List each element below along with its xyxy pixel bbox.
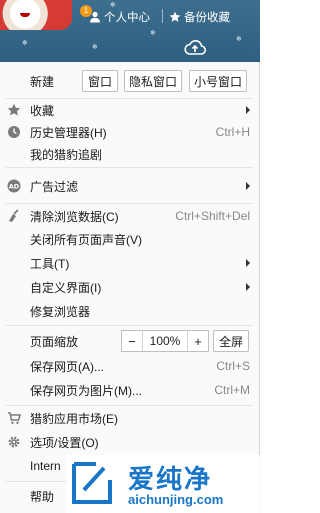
user-icon [90,11,100,23]
menu-item-label: 工具(T) [30,256,70,271]
profile-link-label: 个人中心 [104,12,150,24]
header-divider [162,9,163,23]
menu-item-label: 帮助 [30,489,55,504]
new-alt-account-window-button[interactable]: 小号窗口 [189,70,247,92]
zoom-control: − 100% + [121,330,209,352]
new-window-row: 新建 窗口 隐私窗口 小号窗口 [0,69,260,93]
menu-item-label: 保存网页(A)... [30,359,104,374]
menu-item-label: 收藏 [30,103,55,118]
menu-item-bookmarks[interactable]: 收藏 [0,99,260,121]
new-label: 新建 [30,74,55,89]
menu-item-label: 清除浏览数据(C) [30,209,119,224]
shortcut-label: Ctrl+M [214,383,250,397]
menu-item-ad-filter[interactable]: AD 广告过滤 [0,175,260,197]
menu-item-label: 广告过滤 [30,179,79,194]
star-icon [7,103,21,116]
menu-item-repair[interactable]: 修复浏览器 [0,300,260,322]
ad-block-icon: AD [7,179,21,193]
menu-item-settings[interactable]: 选项/设置(O) [0,431,260,453]
watermark-url: aichunjing.com [128,492,224,507]
menu-item-label: 猎豹应用市场(E) [30,411,118,426]
menu-item-mute-all[interactable]: 关闭所有页面声音(V) [0,228,260,250]
browser-main-menu: 新建 窗口 隐私窗口 小号窗口 收藏 历史管理器(H) Ctrl+H 我的猎豹追… [0,62,260,513]
snowflake-icon: ❄ [92,44,98,51]
submenu-arrow-icon [246,259,250,267]
star-icon [169,11,181,22]
menu-divider [6,203,253,204]
submenu-arrow-icon [246,106,250,114]
menu-divider [6,325,253,326]
menu-item-customize[interactable]: 自定义界面(I) [0,276,260,298]
new-window-button[interactable]: 窗口 [82,70,118,92]
broom-icon [9,209,19,222]
snowflake-icon: ❄ [110,2,116,9]
cloud-upload-icon[interactable] [183,38,207,58]
zoom-row: 页面缩放 − 100% + 全屏 [0,330,260,352]
snowflake-icon: ❄ [236,36,242,43]
profile-link[interactable]: 个人中心 [89,9,150,25]
svg-text:AD: AD [9,183,20,191]
menu-item-label: 选项/设置(O) [30,435,99,450]
new-private-window-button[interactable]: 隐私窗口 [124,70,182,92]
menu-item-label: Intern [30,459,61,473]
menu-header: ❄ ❄ ❄ ❄ ❄ 1 个人中心 备份收藏 [0,0,260,62]
backup-bookmarks-label: 备份收藏 [184,12,230,24]
menu-item-my-shows[interactable]: 我的猎豹追剧 [0,143,260,165]
backup-bookmarks-link[interactable]: 备份收藏 [169,9,230,25]
menu-item-tools[interactable]: 工具(T) [0,252,260,274]
menu-divider [6,167,253,168]
menu-item-save-page[interactable]: 保存网页(A)... Ctrl+S [0,355,260,377]
snowflake-icon: ❄ [22,40,28,47]
zoom-out-button[interactable]: − [122,331,142,351]
watermark-text: 爱纯净 [128,464,213,494]
menu-item-app-market[interactable]: 猎豹应用市场(E) [0,407,260,429]
fullscreen-button[interactable]: 全屏 [213,330,249,352]
menu-item-save-as-image[interactable]: 保存网页为图片(M)... Ctrl+M [0,379,260,401]
watermark-logo-icon [72,462,112,504]
submenu-arrow-icon [246,182,250,190]
menu-item-history[interactable]: 历史管理器(H) Ctrl+H [0,121,260,143]
menu-item-label: 保存网页为图片(M)... [30,383,142,398]
shortcut-label: Ctrl+Shift+Del [175,209,250,223]
shortcut-label: Ctrl+S [216,359,250,373]
menu-item-clear-data[interactable]: 清除浏览数据(C) Ctrl+Shift+Del [0,205,260,227]
watermark: 爱纯净 aichunjing.com [66,455,260,513]
shortcut-label: Ctrl+H [215,125,250,139]
zoom-in-button[interactable]: + [188,331,208,351]
clock-icon [8,126,20,138]
menu-item-label: 修复浏览器 [30,304,91,319]
zoom-label: 页面缩放 [30,334,79,349]
menu-item-label: 关闭所有页面声音(V) [30,232,142,247]
menu-divider [6,405,253,406]
zoom-level: 100% [142,331,188,351]
cart-icon [8,412,21,424]
gear-icon [8,436,20,448]
menu-item-label: 自定义界面(I) [30,280,102,295]
menu-item-label: 历史管理器(H) [30,125,107,140]
menu-item-label: 我的猎豹追剧 [30,147,103,162]
avatar[interactable] [0,0,72,30]
submenu-arrow-icon [246,283,250,291]
snowflake-icon: ❄ [150,30,156,37]
